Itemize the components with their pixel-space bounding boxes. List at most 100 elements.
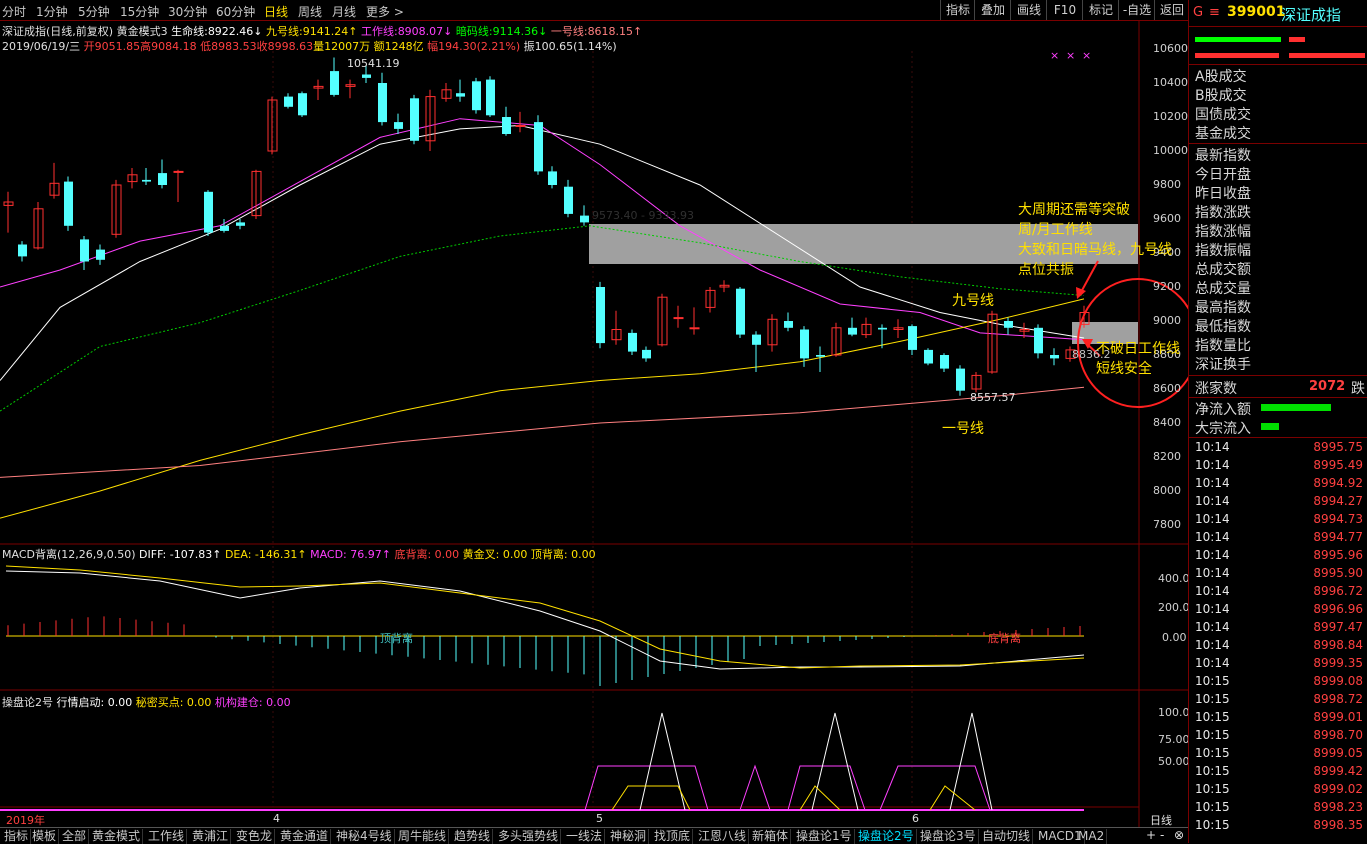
quote-field-label: 昨日收盘 [1195,186,1251,202]
tick-price: 8994.92 [1313,476,1363,490]
ohlc-volume: 量12007万 [313,40,371,53]
indicator-tab[interactable]: 一线法 [564,829,606,844]
op-triangle-1 [739,764,771,811]
bar-red-3 [1289,53,1365,58]
zoom-in-button[interactable]: + [1146,828,1156,842]
tick-price: 8999.35 [1313,656,1363,670]
candle-body [580,215,589,223]
zoom-out-button[interactable]: - [1160,828,1164,842]
tick-price: 8999.01 [1313,710,1363,724]
date-axis-may: 5 [596,812,603,825]
mark-button[interactable]: 标记 [1082,0,1119,20]
indicator-tab[interactable]: 趋势线 [452,829,494,844]
dark-line-value: 9114.36↓ [492,25,548,38]
box-range-label: 9573.40 - 9333.93 [592,209,694,222]
op-yellow-1 [611,785,691,811]
stock-code: 399001 [1227,4,1286,20]
candle-body [502,117,511,134]
tab-daily[interactable]: 日线 [264,3,288,20]
indicator-tab[interactable]: 找顶底 [652,829,694,844]
candle-body [410,98,419,141]
indicator-tab[interactable]: 工作线 [146,829,188,844]
price-axis-label: 9200 [1153,280,1181,293]
price-axis-label: 8200 [1153,450,1181,463]
tab-30min[interactable]: 30分钟 [168,3,207,20]
quote-field-label: 深证换手 [1195,357,1251,373]
tab-1min[interactable]: 1分钟 [36,3,68,20]
candle-body [80,239,89,262]
ohlc-line: 2019/06/19/三 开9051.85高9084.18 低8983.53收8… [2,38,617,54]
indicator-tab[interactable]: 周牛能线 [396,829,450,844]
price-axis-label: 10000 [1153,144,1188,157]
tick-time: 10:14 [1195,530,1230,544]
tab-15min[interactable]: 15分钟 [120,3,159,20]
life-line-value: 8922.46↓ [207,25,263,38]
indicator-tab[interactable]: 神秘洞 [608,829,650,844]
indicator-tab[interactable]: 操盘论3号 [918,829,979,844]
back-button[interactable]: 返回 [1154,0,1189,20]
overlay-button[interactable]: 叠加 [974,0,1011,20]
menu-icon[interactable]: ≡ [1209,5,1220,20]
low-price-label: 8557.57 [970,391,1016,404]
op-spike-1 [639,712,686,811]
ohlc-low: 低8983.53 [200,40,257,53]
indicator-tab[interactable]: 江恩八线 [696,829,750,844]
indicator-tab[interactable]: 黄金通道 [278,829,332,844]
block-flow-bar [1261,423,1279,430]
tab-weekly[interactable]: 周线 [298,3,322,20]
indicator-tab[interactable]: 新箱体 [750,829,792,844]
indicator-tab[interactable]: 黄浦江 [190,829,232,844]
tick-time: 10:15 [1195,764,1230,778]
indicator-tab[interactable]: 指标 [2,829,32,844]
indicator-tab[interactable]: 多头强势线 [496,829,562,844]
quote-field-label: 最新指数 [1195,148,1251,164]
tab-more[interactable]: 更多 > [366,3,404,20]
candle-body [534,122,543,172]
price-axis-label: 9800 [1153,178,1181,191]
quote-field-label: 总成交额 [1195,262,1251,278]
indicator-tab[interactable]: 模板 [30,829,60,844]
indicator-tab[interactable]: 全部 [60,829,90,844]
macd-diff: DIFF: -107.83↑ [139,548,222,561]
tick-row: 10:15 8999.05 [1193,746,1365,764]
macd-axis-400: 400.0 [1158,572,1190,585]
indicator-tab-bar: 指标 模板 全部 黄金模式 工作线 黄浦江 变色龙 黄金通道 神秘4号线 周牛能线 趋势线 多头强势线… [0,827,1188,844]
work-line-value: 8908.07↓ [397,25,453,38]
tab-60min[interactable]: 60分钟 [216,3,255,20]
indicator-tab[interactable]: MA2 [1076,829,1108,844]
tick-time: 10:14 [1195,566,1230,580]
date-axis-apr: 4 [273,812,280,825]
draw-line-button[interactable]: 画线 [1010,0,1047,20]
macd-value: MACD: 76.97↑ [310,548,391,561]
tab-fenshi[interactable]: 分时 [2,3,26,20]
indicator-tab[interactable]: 神秘4号线 [334,829,395,844]
tick-time: 10:14 [1195,548,1230,562]
tick-row: 10:14 8995.49 [1193,458,1365,476]
tick-price: 8998.23 [1313,800,1363,814]
f10-button[interactable]: F10 [1046,0,1083,20]
tab-5min[interactable]: 5分钟 [78,3,110,20]
candle-body [878,327,887,330]
indicator-tab[interactable]: 自动切线 [980,829,1034,844]
indicator-tab[interactable]: 黄金模式 [90,829,144,844]
date-axis-jun: 6 [912,812,919,825]
settings-icon[interactable]: ⊗ [1174,828,1184,842]
op-yellow-2 [799,785,841,811]
bar-red-1 [1289,37,1305,42]
op-trapezoid-1 [584,765,709,811]
candle-body [848,327,857,335]
macd-top-div-label: 顶背离 [380,632,413,645]
indicator-button[interactable]: 指标 [940,0,975,20]
indicator-tab[interactable]: 操盘论1号 [794,829,855,844]
op-secret: 秘密买点: 0.00 [135,696,212,709]
tick-row: 10:15 8998.23 [1193,800,1365,818]
op-axis-50: 50.00 [1158,755,1190,768]
indicator-tab[interactable]: 变色龙 [234,829,276,844]
macd-axis-0: 0.00 [1162,631,1187,644]
rise-count-label: 涨家数 [1195,381,1237,397]
tab-monthly[interactable]: 月线 [332,3,356,20]
watchlist-button[interactable]: -自选 [1118,0,1155,20]
indicator-tab[interactable]: 操盘论2号 [856,829,917,844]
ohlc-amplitude: 振100.65(1.14%) [523,40,617,53]
arrow-head-1 [1076,287,1086,299]
